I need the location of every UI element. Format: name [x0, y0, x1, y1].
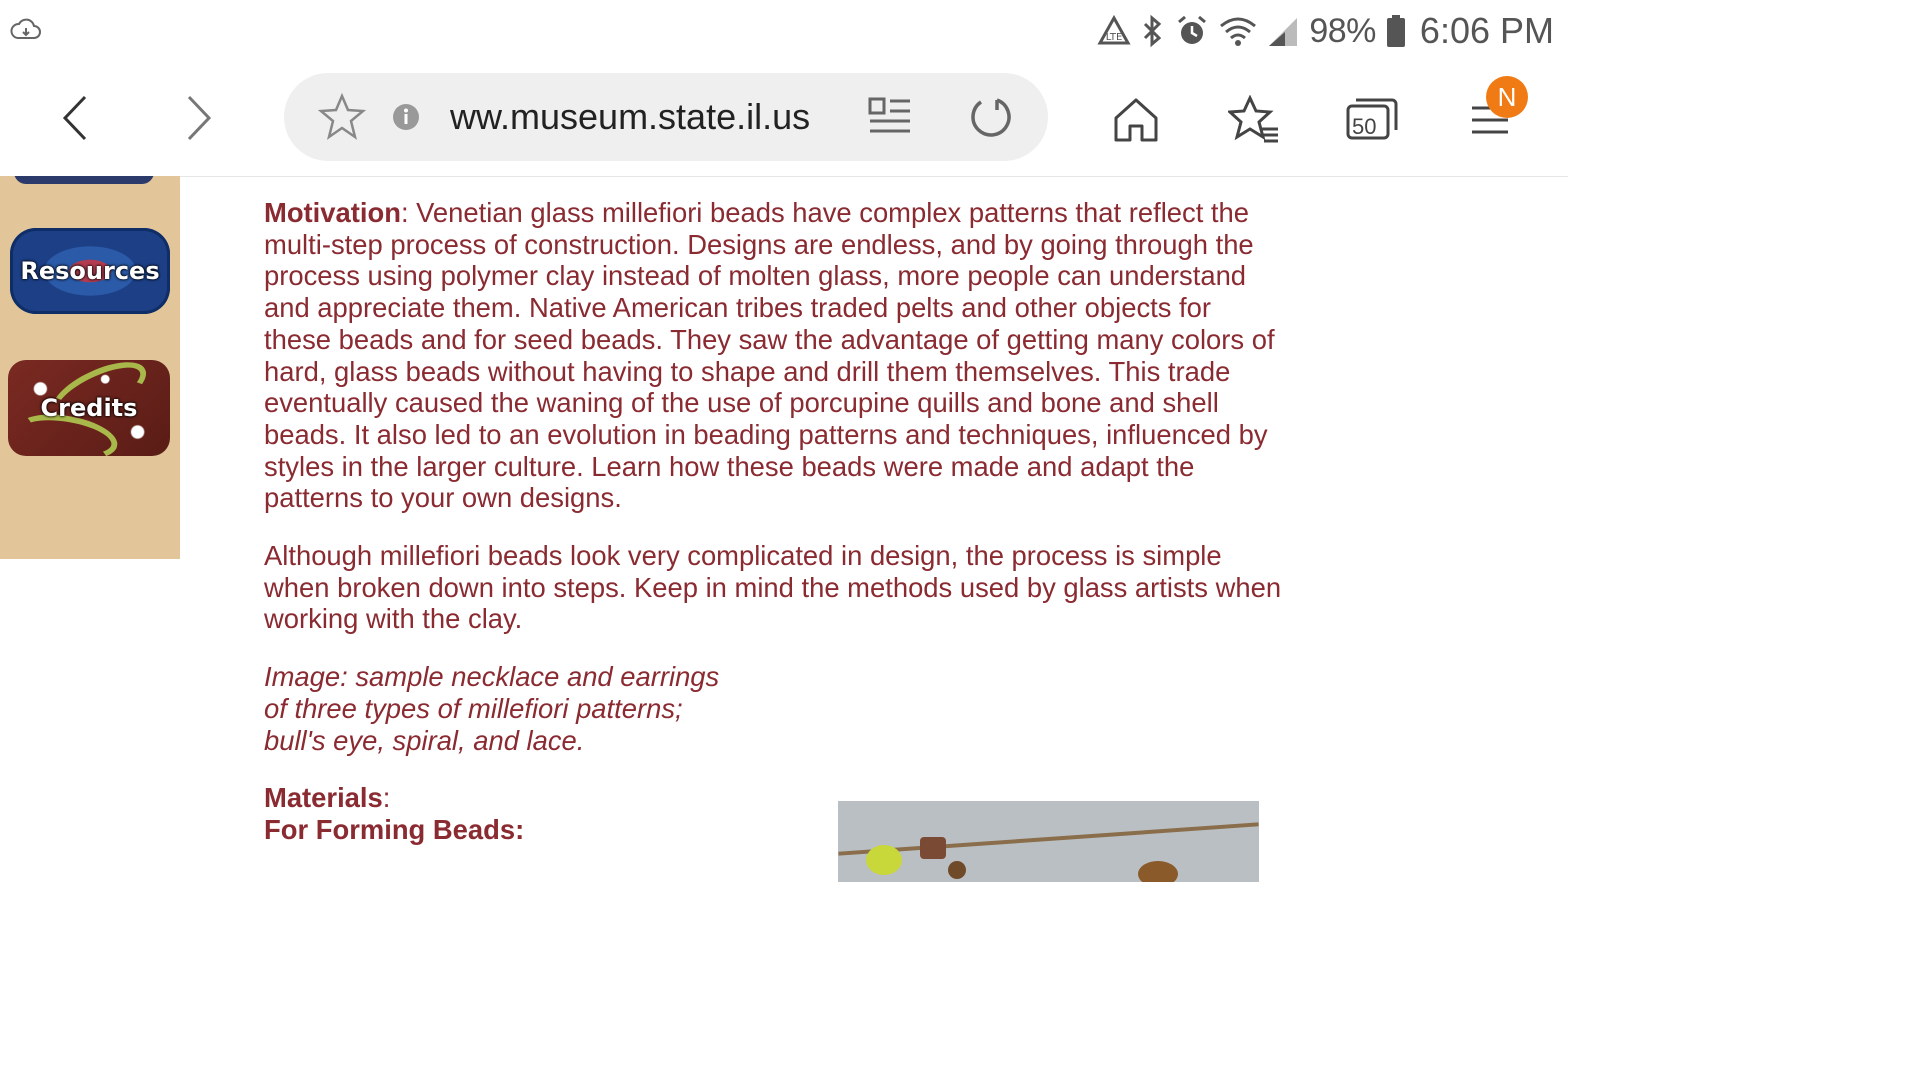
motivation-label: Motivation [264, 197, 401, 228]
image-caption: Image: sample necklace and earrings of th… [264, 661, 1284, 756]
materials-label: Materials [264, 782, 383, 814]
sidebar-item-label: Resources [20, 257, 160, 285]
home-icon[interactable] [1106, 90, 1166, 150]
battery-percent: 98% [1309, 11, 1376, 50]
svg-text:LTE: LTE [1106, 32, 1123, 43]
sidebar-bead-partial[interactable] [14, 176, 154, 184]
notification-badge: N [1486, 76, 1528, 118]
cloud-sync-icon [10, 14, 42, 46]
data-saver-icon: LTE [1097, 14, 1131, 48]
sidebar-item-label: Credits [40, 394, 138, 422]
caption-line: of three types of millefiori patterns; [264, 692, 683, 724]
process-paragraph: Although millefiori beads look very comp… [264, 540, 1282, 635]
url-bar[interactable]: ww.museum.state.il.us [284, 73, 1048, 161]
bluetooth-icon [1141, 14, 1165, 48]
url-text[interactable]: ww.museum.state.il.us [450, 96, 810, 138]
caption-line: Image: sample necklace and earrings [264, 661, 720, 693]
bookmark-star-icon[interactable] [318, 93, 366, 141]
motivation-text: : Venetian glass millefiori beads have c… [264, 197, 1275, 514]
reload-icon[interactable] [966, 93, 1014, 141]
status-bar: LTE 98% 6:06 PM [0, 0, 1568, 62]
bookmarks-icon[interactable] [1224, 90, 1284, 150]
caption-line: bull's eye, spiral, and lace. [264, 724, 585, 756]
motivation-paragraph: Motivation: Venetian glass millefiori be… [264, 197, 1284, 514]
materials-colon: : [382, 782, 391, 814]
browser-toolbar: ww.museum.state.il.us 50 [0, 62, 1568, 177]
info-icon[interactable] [382, 93, 430, 141]
necklace-photo [838, 801, 1259, 882]
wifi-icon [1219, 14, 1257, 48]
signal-icon [1267, 14, 1299, 48]
forward-icon[interactable] [168, 88, 228, 148]
alarm-icon [1175, 14, 1209, 48]
sidebar-item-resources[interactable]: Resources [10, 228, 170, 314]
tabs-icon[interactable]: 50 [1342, 90, 1402, 150]
clock: 6:06 PM [1419, 10, 1554, 51]
sidebar-item-credits[interactable]: Credits [8, 350, 170, 467]
back-icon[interactable] [46, 88, 106, 148]
sidebar-nav: Resources Credits [0, 176, 180, 559]
reader-mode-icon[interactable] [866, 93, 914, 141]
main-content: Motivation: Venetian glass millefiori be… [264, 197, 1284, 846]
battery-icon [1386, 14, 1406, 48]
tab-count: 50 [1352, 114, 1377, 139]
